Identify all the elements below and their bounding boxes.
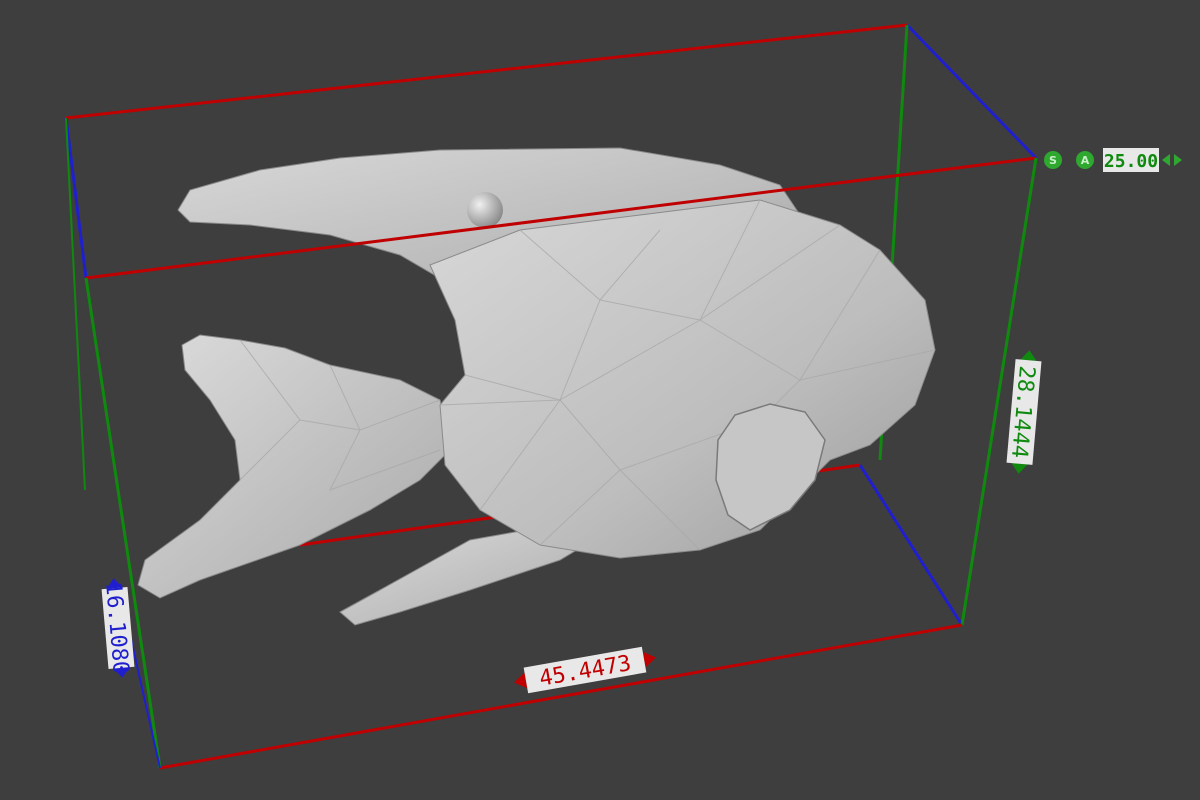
- fish-body: [429, 199, 936, 559]
- z-dimension-label[interactable]: 28.1444: [1005, 349, 1043, 475]
- z-arrow-down-icon: [1011, 463, 1028, 474]
- y-dimension-label[interactable]: 16.1080: [100, 577, 136, 679]
- fish-pectoral-fin: [715, 403, 826, 531]
- arrow-left-icon[interactable]: [1162, 154, 1170, 166]
- scale-value: 25.00: [1104, 151, 1158, 172]
- fish-eye: [467, 192, 503, 228]
- fish-tail: [137, 334, 451, 599]
- fish-3d-model[interactable]: [137, 147, 936, 626]
- s-button-label: S: [1049, 154, 1057, 167]
- arrow-right-icon[interactable]: [1174, 154, 1182, 166]
- a-button-label: A: [1081, 154, 1090, 167]
- z-arrow-up-icon: [1020, 350, 1037, 361]
- a-circle-icon[interactable]: A: [1076, 151, 1094, 169]
- x-dimension-label[interactable]: 45.4473: [512, 645, 659, 697]
- s-circle-icon[interactable]: S: [1044, 151, 1062, 169]
- scale-widget: S A 25.00: [1044, 148, 1182, 172]
- 3d-viewport[interactable]: 45.4473 16.1080 28.1444 S A 25.00: [0, 0, 1200, 800]
